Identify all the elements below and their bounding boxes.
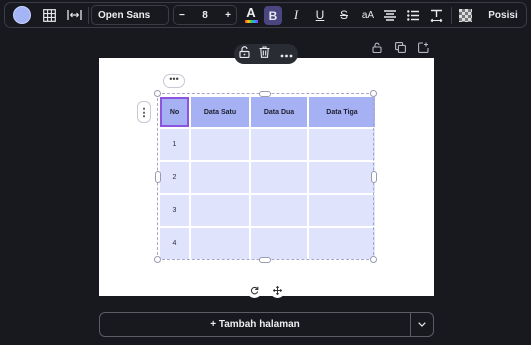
more-horizontal-icon [280,54,293,58]
toolbar-divider [451,7,452,24]
horizontal-spacing-icon [66,10,82,20]
add-page-options-button[interactable] [411,313,433,336]
position-button[interactable]: Posisi [483,3,523,27]
chevron-down-icon [418,322,426,327]
resize-handle-top[interactable] [259,91,271,97]
transparency-checker-icon [458,8,472,22]
duplicate-icon [395,42,406,53]
resize-handle-top-right[interactable] [370,90,377,97]
lock-page-button[interactable] [372,40,382,58]
text-color-letter: A [246,5,256,20]
add-page-icon [418,42,429,53]
cell-spacing-button[interactable] [63,3,85,27]
add-page-icon-button[interactable] [418,40,429,58]
rainbow-color-bar-icon [244,20,258,23]
rotate-button[interactable] [247,283,262,298]
toolbar-divider [88,7,89,24]
add-page-bar: + Tambah halaman [99,312,434,337]
add-page-button[interactable]: + Tambah halaman [100,313,411,336]
more-options-button[interactable] [280,45,293,63]
resize-handle-bottom[interactable] [259,257,271,263]
lock-icon [372,42,382,54]
duplicate-page-button[interactable] [395,40,406,58]
bullet-list-icon [407,9,419,21]
move-icon [273,286,282,295]
more-vertical-icon: ⋮ [138,106,150,119]
list-button[interactable] [405,3,421,27]
strikethrough-button[interactable]: S [337,3,351,27]
selection-outline [157,93,374,260]
unlock-icon [239,46,250,59]
resize-handle-bottom-right[interactable] [370,256,377,263]
delete-element-button[interactable] [259,45,270,63]
transparency-button[interactable] [457,3,473,27]
bold-button[interactable]: B [264,6,282,25]
letter-case-button[interactable]: aA [359,3,377,27]
unlock-element-button[interactable] [239,45,250,63]
move-button[interactable] [270,283,285,298]
font-family-value: Open Sans [98,9,151,21]
underline-button[interactable]: U [313,3,327,27]
text-align-button[interactable] [382,3,398,27]
resize-handle-right[interactable] [371,171,377,183]
align-center-icon [384,9,396,21]
editor-toolbar: Open Sans − 8 + A B I U S aA Posisi [4,2,527,28]
text-spacing-icon [430,9,442,22]
font-family-select[interactable]: Open Sans [91,5,169,25]
text-color-button[interactable]: A [243,3,259,27]
resize-handle-top-left[interactable] [154,90,161,97]
trash-icon [259,46,270,58]
table-grid-button[interactable] [39,3,59,27]
rotate-icon [250,286,259,295]
color-fill-button[interactable] [13,3,31,27]
row-options-button[interactable]: ⋮ [137,101,151,123]
table-grid-icon [42,8,56,22]
font-size-increase-button[interactable]: + [225,10,231,21]
font-size-decrease-button[interactable]: − [179,10,185,21]
text-spacing-button[interactable] [427,3,445,27]
column-options-button[interactable]: ••• [163,74,185,88]
italic-button[interactable]: I [289,3,303,27]
font-size-control: − 8 + [173,5,237,25]
element-floating-toolbar [234,44,298,64]
resize-handle-bottom-left[interactable] [154,256,161,263]
font-size-value[interactable]: 8 [202,10,208,21]
resize-handle-left[interactable] [155,171,161,183]
color-swatch-icon [13,6,31,24]
